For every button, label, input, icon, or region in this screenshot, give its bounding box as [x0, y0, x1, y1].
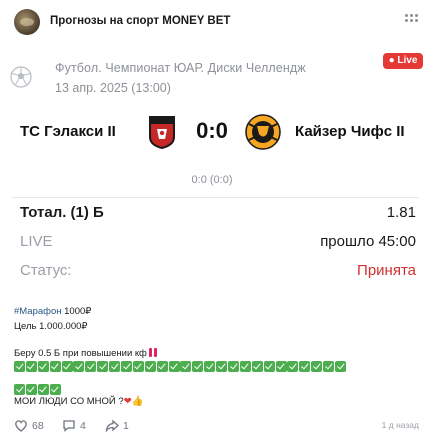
thumbs-up-icon: 👍: [131, 396, 144, 407]
bet-odds: 1.81: [386, 204, 416, 221]
soccer-ball-icon: [10, 66, 32, 88]
check-mark-icon: [25, 384, 37, 395]
bet-mode: LIVE: [20, 233, 53, 250]
goal-line: Цель 1.000.000₽: [14, 321, 88, 332]
hashtag-link[interactable]: #Марафон: [14, 306, 62, 317]
check-mark-icon: [311, 361, 323, 372]
home-team-crest-icon: [149, 116, 175, 149]
share-icon: [105, 419, 119, 432]
check-emoji-row: [14, 361, 419, 395]
channel-avatar[interactable]: [14, 9, 40, 35]
check-mark-icon: [14, 361, 25, 372]
more-dots-icon[interactable]: [405, 12, 419, 30]
closing-line: МОИ ЛЮДИ СО МНОЙ ?❤👍: [14, 396, 144, 408]
check-mark-icon: [144, 361, 156, 372]
like-button[interactable]: 68: [14, 419, 44, 432]
check-mark-icon: [168, 361, 180, 372]
check-mark-icon: [251, 361, 263, 372]
share-button[interactable]: 1: [105, 419, 129, 432]
marathon-line: #Марафон 1000₽: [14, 306, 91, 318]
check-mark-icon: [156, 361, 168, 372]
check-mark-icon: [73, 361, 85, 372]
away-team-crest-icon: [245, 114, 281, 150]
bet-description: Беру 0.5 Б при повышении кф: [14, 348, 157, 360]
home-team-name: TC Гэлакси II: [20, 123, 116, 140]
live-badge-label: Live: [397, 55, 418, 66]
check-mark-icon: [335, 361, 347, 372]
likes-count: 68: [32, 419, 44, 432]
check-mark-icon: [216, 361, 228, 372]
check-mark-icon: [25, 361, 37, 372]
post-footer: 68 4 1 1 д назад: [14, 418, 419, 434]
check-mark-icon: [49, 361, 61, 372]
heart-icon: [15, 420, 27, 432]
check-mark-icon: [299, 361, 311, 372]
check-mark-icon: [228, 361, 240, 372]
comment-icon: [63, 420, 75, 432]
shares-count: 1: [123, 419, 129, 432]
check-mark-icon: [204, 361, 216, 372]
bet-line: Беру 0.5 Б при повышении кф: [14, 348, 147, 359]
channel-name[interactable]: Прогнозы на спорт MONEY BET: [50, 15, 230, 27]
comments-count: 4: [80, 419, 86, 432]
check-mark-icon: [287, 361, 299, 372]
divider: [12, 197, 419, 198]
live-badge: ● Live: [383, 53, 423, 69]
match-date: 13 апр. 2025 (13:00): [55, 81, 171, 95]
check-mark-icon: [180, 361, 192, 372]
closing-text: МОИ ЛЮДИ СО МНОЙ ?: [14, 396, 124, 407]
away-team-name: Кайзер Чифс II: [295, 123, 405, 140]
check-mark-icon: [49, 384, 61, 395]
halftime-score: 0:0 (0:0): [191, 174, 233, 186]
check-mark-icon: [192, 361, 204, 372]
exclamation-icon: [148, 348, 152, 357]
exclamation-icon: [153, 348, 157, 357]
check-mark-icon: [263, 361, 275, 372]
check-mark-icon: [14, 384, 25, 395]
marathon-amount: 1000₽: [61, 306, 92, 317]
status-badge: Принята: [357, 262, 416, 279]
bet-type: Тотал. (1) Б: [20, 204, 104, 221]
match-score: 0:0: [196, 118, 228, 143]
check-mark-icon: [239, 361, 251, 372]
elapsed-time: прошло 45:00: [320, 233, 416, 250]
check-mark-icon: [37, 384, 49, 395]
check-mark-icon: [61, 361, 73, 372]
check-mark-icon: [85, 361, 97, 372]
check-mark-icon: [37, 361, 49, 372]
check-mark-icon: [97, 361, 109, 372]
post-time: 1 д назад: [381, 420, 419, 430]
status-label: Статус:: [20, 262, 72, 279]
comment-button[interactable]: 4: [62, 419, 86, 432]
check-mark-icon: [323, 361, 335, 372]
league-name: Футбол. Чемпионат ЮАР. Диски Челлендж: [55, 61, 306, 75]
post-header: Прогнозы на спорт MONEY BET: [0, 0, 431, 44]
check-mark-icon: [121, 361, 133, 372]
check-mark-icon: [132, 361, 144, 372]
heart-icon: ❤: [123, 396, 132, 407]
check-mark-icon: [109, 361, 121, 372]
check-mark-icon: [275, 361, 287, 372]
